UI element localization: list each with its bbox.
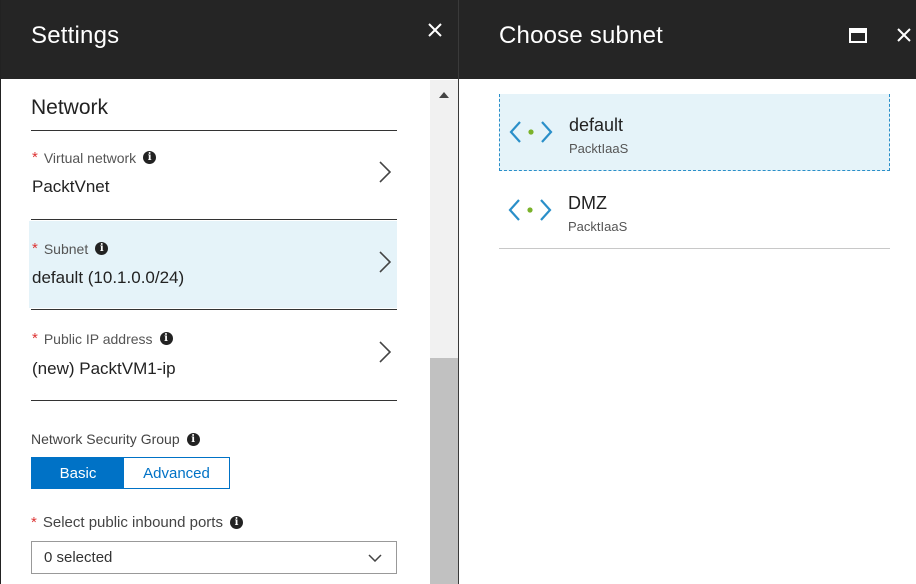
inbound-ports-dropdown[interactable]: 0 selected xyxy=(31,541,397,574)
list-divider xyxy=(499,248,890,249)
settings-blade: Settings Network * Virtual network i Pac… xyxy=(0,0,458,584)
subnet-name: DMZ xyxy=(568,193,607,213)
choose-subnet-header: Choose subnet xyxy=(459,0,916,79)
section-divider xyxy=(31,130,397,131)
settings-close-button[interactable] xyxy=(427,22,443,43)
info-icon[interactable]: i xyxy=(143,151,157,164)
chevron-right-icon xyxy=(379,161,391,183)
subnet-name: default xyxy=(569,115,624,135)
close-icon xyxy=(428,23,442,37)
maximize-button[interactable] xyxy=(849,28,867,48)
scroll-up-arrow[interactable] xyxy=(439,92,449,98)
settings-scrollbar[interactable] xyxy=(430,80,458,584)
required-marker: * xyxy=(32,149,38,166)
subnet-label: Subnet xyxy=(43,240,89,257)
nsg-toggle: Basic Advanced xyxy=(31,457,230,489)
choose-subnet-title: Choose subnet xyxy=(499,22,664,49)
network-section-title: Network xyxy=(31,96,109,119)
scroll-thumb[interactable] xyxy=(430,358,458,584)
subnet-vnet: PacktIaaS xyxy=(569,141,629,156)
nsg-basic-option[interactable]: Basic xyxy=(32,458,124,488)
public-ip-value: (new) PacktVM1-ip xyxy=(32,359,176,378)
subnet-network-icon xyxy=(508,199,552,221)
required-marker: * xyxy=(32,240,38,257)
subnet-item-dmz[interactable]: DMZ PacktIaaS xyxy=(499,172,890,249)
nsg-label: Network Security Group xyxy=(31,431,180,447)
required-marker: * xyxy=(32,330,38,347)
subnet-field[interactable]: * Subnet i default (10.1.0.0/24) xyxy=(29,221,397,308)
chevron-right-icon xyxy=(379,341,391,363)
virtual-network-label: Virtual network xyxy=(43,149,137,166)
choose-subnet-blade: Choose subnet default PacktIaaS DMZ Pack… xyxy=(459,0,916,584)
info-icon[interactable]: i xyxy=(186,432,200,446)
settings-title: Settings xyxy=(31,22,120,49)
info-icon[interactable]: i xyxy=(229,516,243,529)
field-divider xyxy=(31,309,397,310)
maximize-icon xyxy=(849,28,867,43)
subnet-item-default[interactable]: default PacktIaaS xyxy=(499,94,890,171)
info-icon[interactable]: i xyxy=(159,332,173,345)
ports-label-row: * Select public inbound ports i xyxy=(31,514,243,531)
subnet-network-icon xyxy=(509,121,553,143)
close-icon xyxy=(897,28,911,42)
chevron-down-icon xyxy=(368,554,382,562)
info-icon[interactable]: i xyxy=(95,242,109,255)
choose-subnet-close-button[interactable] xyxy=(896,27,912,48)
subnet-value: default (10.1.0.0/24) xyxy=(32,268,185,287)
field-divider xyxy=(31,400,397,401)
chevron-right-icon xyxy=(379,251,391,273)
nsg-label-row: Network Security Group i xyxy=(31,431,200,447)
public-ip-field[interactable]: * Public IP address i (new) PacktVM1-ip xyxy=(29,311,397,399)
field-divider xyxy=(31,219,397,220)
inbound-ports-value: 0 selected xyxy=(44,549,113,566)
public-ip-label: Public IP address xyxy=(43,330,153,347)
settings-header: Settings xyxy=(1,0,458,79)
nsg-advanced-option[interactable]: Advanced xyxy=(124,458,229,488)
virtual-network-field[interactable]: * Virtual network i PacktVnet xyxy=(29,134,397,218)
virtual-network-value: PacktVnet xyxy=(32,177,110,196)
subnet-vnet: PacktIaaS xyxy=(568,219,628,234)
required-marker: * xyxy=(31,514,37,531)
ports-label: Select public inbound ports xyxy=(42,514,223,531)
